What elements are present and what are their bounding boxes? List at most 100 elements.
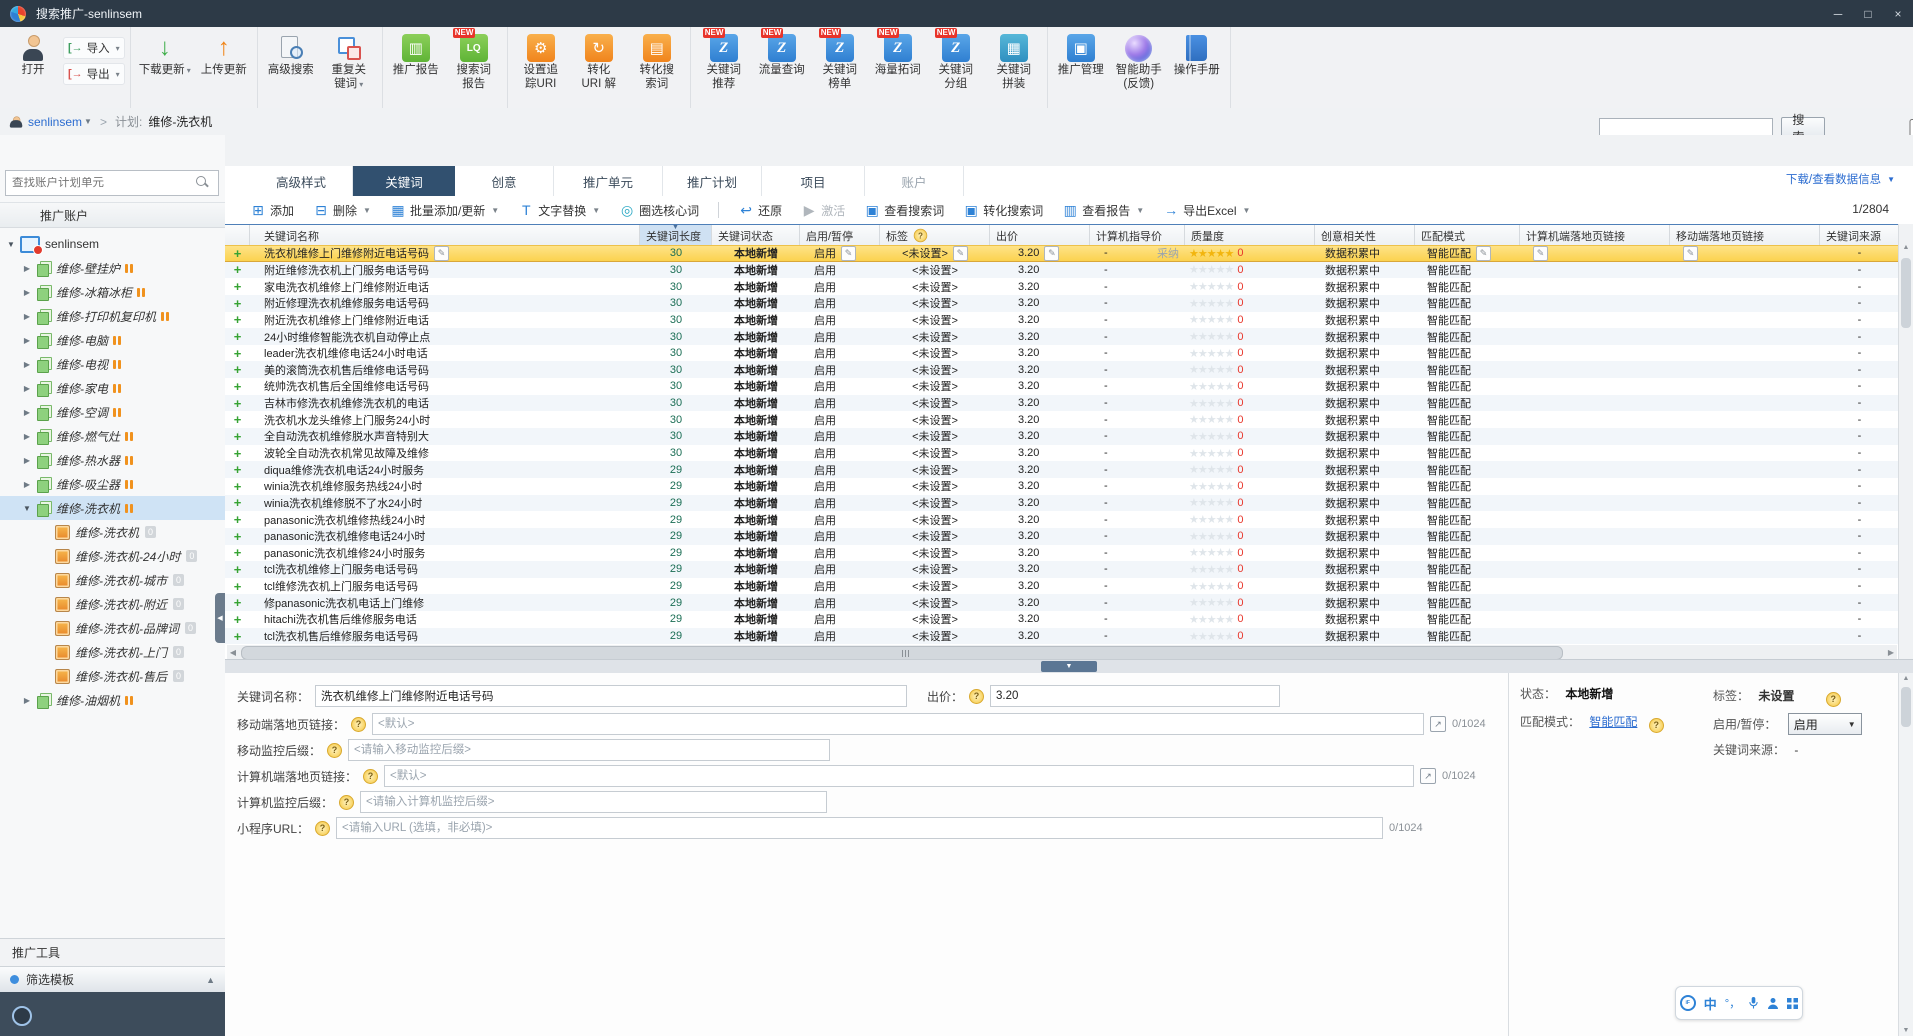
chinese-mode-icon[interactable]: 中 xyxy=(1704,994,1717,1013)
table-row[interactable]: + 美的滚筒洗衣机售后维修电话号码 30 本地新增 启用 <未设置> 3.20 - ★★★★★ 0… xyxy=(225,361,1899,379)
tree-item-campaign[interactable]: ▶ 维修-电视 xyxy=(0,352,225,376)
table-row[interactable]: + diqua维修洗衣机电话24小时服务 29 本地新增 启用 <未设置> 3.20 - ★★★… xyxy=(225,461,1899,478)
tree-item-campaign[interactable]: ▼ 维修-洗衣机 xyxy=(0,496,225,520)
collapse-up-icon[interactable]: ▲ xyxy=(206,975,215,985)
keyword-assembly-button[interactable]: ▦ 关键词 拼装 xyxy=(986,31,1042,94)
match-mode-value[interactable]: 智能匹配 xyxy=(1589,715,1637,729)
tree-expand-icon[interactable]: ▶ xyxy=(22,312,32,321)
upload-update-button[interactable]: ↑ 上传更新 xyxy=(196,31,252,80)
traffic-query-button[interactable]: Z NEW 流量查询 xyxy=(754,28,810,80)
edit-icon[interactable] xyxy=(1533,245,1548,261)
mass-keyword-expand-button[interactable]: Z NEW 海量拓词 xyxy=(870,28,926,80)
tree-item-campaign[interactable]: ▶ 维修-电脑 xyxy=(0,328,225,352)
search-term-report-button[interactable]: LQ NEW 搜索词 报告 xyxy=(446,28,502,94)
scroll-down-icon[interactable]: ▼ xyxy=(1899,1027,1913,1034)
vertical-scroll-thumb[interactable] xyxy=(1901,258,1911,328)
column-header[interactable]: 移动端落地页链接 xyxy=(1670,225,1820,246)
table-row[interactable]: + 家电洗衣机维修上门维修附近电话 30 本地新增 启用 <未设置> 3.20 - ★★★★★ 0… xyxy=(225,278,1899,295)
column-header[interactable]: 关键词名称 xyxy=(250,225,640,246)
tag-help-icon[interactable] xyxy=(913,228,928,243)
tree-item-campaign[interactable]: ▶ 维修-吸尘器 xyxy=(0,472,225,496)
edit-icon[interactable] xyxy=(1476,245,1491,261)
delete-button[interactable]: ⊟ 删除 ▼ xyxy=(313,202,371,219)
enable-pause-select[interactable]: 启用 ▼ xyxy=(1787,713,1862,735)
tab-账户[interactable]: 账户 xyxy=(865,166,964,196)
mic-icon[interactable] xyxy=(1748,996,1759,1010)
table-row[interactable]: + 附近修理洗衣机维修服务电话号码 30 本地新增 启用 <未设置> 3.20 - ★★★★★ 0… xyxy=(225,294,1899,312)
tab-推广单元[interactable]: 推广单元 xyxy=(554,166,663,196)
keyword-ranking-button[interactable]: Z NEW 关键词 榜单 xyxy=(812,28,868,94)
scroll-up-icon[interactable]: ▲ xyxy=(1899,675,1913,682)
conversion-uri-button[interactable]: ↻ 转化 URI 解 xyxy=(571,31,627,94)
advanced-search-button[interactable]: 高级搜索 xyxy=(263,31,319,80)
miniapp-url-help-icon[interactable] xyxy=(315,820,331,836)
table-row[interactable]: + 附近洗衣机维修上门维修附近电话 30 本地新增 启用 <未设置> 3.20 - ★★★★★ 0… xyxy=(225,311,1899,329)
smart-assistant-button[interactable]: 智能助手 (反馈) xyxy=(1111,31,1167,94)
table-row[interactable]: + winia洗衣机维修脱不了水24小时 29 本地新增 启用 <未设置> 3.20 - ★★★… xyxy=(225,494,1899,512)
tree-expand-icon[interactable]: ▼ xyxy=(6,240,16,249)
tree-expand-icon[interactable]: ▶ xyxy=(22,288,32,297)
download-update-button[interactable]: ↓ 下载更新 ▾ xyxy=(136,31,194,80)
pc-monitor-input[interactable] xyxy=(360,791,828,813)
set-tracking-uri-button[interactable]: ⚙ 设置追 踪URI xyxy=(513,31,569,94)
tab-推广计划[interactable]: 推广计划 xyxy=(663,166,762,196)
open-button[interactable]: 打开 xyxy=(5,31,61,80)
tree-expand-icon[interactable]: ▶ xyxy=(22,360,32,369)
tree-expand-icon[interactable]: ▶ xyxy=(22,432,32,441)
tree-expand-icon[interactable]: ▼ xyxy=(22,504,32,513)
restore-button[interactable]: ↩ 还原 xyxy=(738,202,782,219)
manual-button[interactable]: 操作手册 xyxy=(1169,31,1225,80)
pc-landing-input[interactable] xyxy=(384,765,1415,787)
tree-expand-icon[interactable]: ▶ xyxy=(22,384,32,393)
scroll-left-icon[interactable]: ◀ xyxy=(227,648,239,657)
promotion-management-button[interactable]: ▣ 推广管理 xyxy=(1053,31,1109,80)
keyword-recommend-button[interactable]: Z NEW 关键词 推荐 xyxy=(696,28,752,94)
download-data-link[interactable]: 下载/查看数据信息 ▼ xyxy=(1786,171,1895,187)
promotion-tools-bar[interactable]: 推广工具 xyxy=(0,938,225,966)
tree-expand-icon[interactable]: ▶ xyxy=(22,264,32,273)
tree-item-root[interactable]: ▼ senlinsem xyxy=(0,232,225,256)
table-row[interactable]: + panasonic洗衣机维修24小时服务 29 本地新增 启用 <未设置> 3.20 - ★… xyxy=(225,544,1899,562)
tree-item-campaign[interactable]: ▶ 维修-热水器 xyxy=(0,448,225,472)
table-row[interactable]: + tcl维修洗衣机上门服务电话号码 29 本地新增 启用 <未设置> 3.20 - ★★★★★… xyxy=(225,577,1899,595)
table-row[interactable]: + panasonic洗衣机维修热线24小时 29 本地新增 启用 <未设置> 3.20 - ★… xyxy=(225,511,1899,528)
column-header[interactable]: 关键词来源 xyxy=(1820,225,1899,246)
table-row[interactable]: +24小时维修智能洗衣机自动停止点 30 本地新增 启用 <未设置> 3.20 - ★★★★★… xyxy=(225,328,1899,345)
scroll-right-icon[interactable]: ▶ xyxy=(1885,648,1897,657)
account-dropdown-icon[interactable]: ▼ xyxy=(84,117,92,126)
tree-expand-icon[interactable]: ▶ xyxy=(22,696,32,705)
export-excel-button[interactable]: → 导出Excel ▼ xyxy=(1163,202,1250,219)
column-header[interactable]: 计算机端落地页链接 xyxy=(1520,225,1670,246)
tab-创意[interactable]: 创意 xyxy=(455,166,554,196)
view-search-button[interactable]: ▣ 查看搜索词 xyxy=(864,202,945,219)
filter-template-bar[interactable]: 筛选模板 ▲ xyxy=(0,966,225,992)
promotion-report-button[interactable]: ▥ 推广报告 xyxy=(388,31,444,80)
table-row[interactable]: + hitachi洗衣机售后维修服务电话 29 本地新增 启用 <未设置> 3.20 - ★★★… xyxy=(225,611,1899,628)
tree-item-unit[interactable]: 维修-洗衣机-上门 0 xyxy=(0,640,225,664)
miniapp-url-input[interactable] xyxy=(336,817,1384,839)
import-button[interactable]: [→ 导入 ▾ xyxy=(63,37,125,59)
tree-item-unit[interactable]: 维修-洗衣机-品牌词 0 xyxy=(0,616,225,640)
mobile-landing-input[interactable] xyxy=(372,713,1425,735)
tree-item-unit[interactable]: 维修-洗衣机-售后 0 xyxy=(0,664,225,688)
maximize-button[interactable]: □ xyxy=(1853,0,1883,27)
column-header[interactable]: 出价 xyxy=(990,225,1090,246)
pc-monitor-help-icon[interactable] xyxy=(339,794,355,810)
sidebar-collapse-handle[interactable]: ◀ xyxy=(215,593,225,643)
column-header[interactable]: 标签 xyxy=(880,225,990,246)
table-row[interactable]: + 附近维修洗衣机上门服务电话号码 30 本地新增 启用 <未设置> 3.20 - ★★★★★ 0… xyxy=(225,261,1899,279)
circle-select-button[interactable]: ◎ 圈选核心词 xyxy=(619,202,699,219)
tree-item-campaign[interactable]: ▶ 维修-油烟机 xyxy=(0,688,225,712)
tree-item-unit[interactable]: 维修-洗衣机 0 xyxy=(0,520,225,544)
table-row[interactable]: + panasonic洗衣机维修电话24小时 29 本地新增 启用 <未设置> 3.20 - ★… xyxy=(225,527,1899,545)
tree-item-unit[interactable]: 维修-洗衣机-附近 0 xyxy=(0,592,225,616)
table-row[interactable]: + tcl洗衣机售后维修服务电话号码 29 本地新增 启用 <未设置> 3.20 - ★★★★★… xyxy=(225,627,1899,645)
tree-expand-icon[interactable]: ▶ xyxy=(22,336,32,345)
horizontal-scroll-thumb[interactable] xyxy=(241,646,1563,660)
keyword-grouping-button[interactable]: Z NEW 关键词 分组 xyxy=(928,28,984,94)
column-header[interactable]: 质量度 xyxy=(1185,225,1315,246)
pc-landing-help-icon[interactable] xyxy=(363,768,379,784)
search-icon[interactable] xyxy=(196,176,210,190)
external-link-icon[interactable]: ↗ xyxy=(1420,768,1437,784)
tree-item-campaign[interactable]: ▶ 维修-燃气灶 xyxy=(0,424,225,448)
